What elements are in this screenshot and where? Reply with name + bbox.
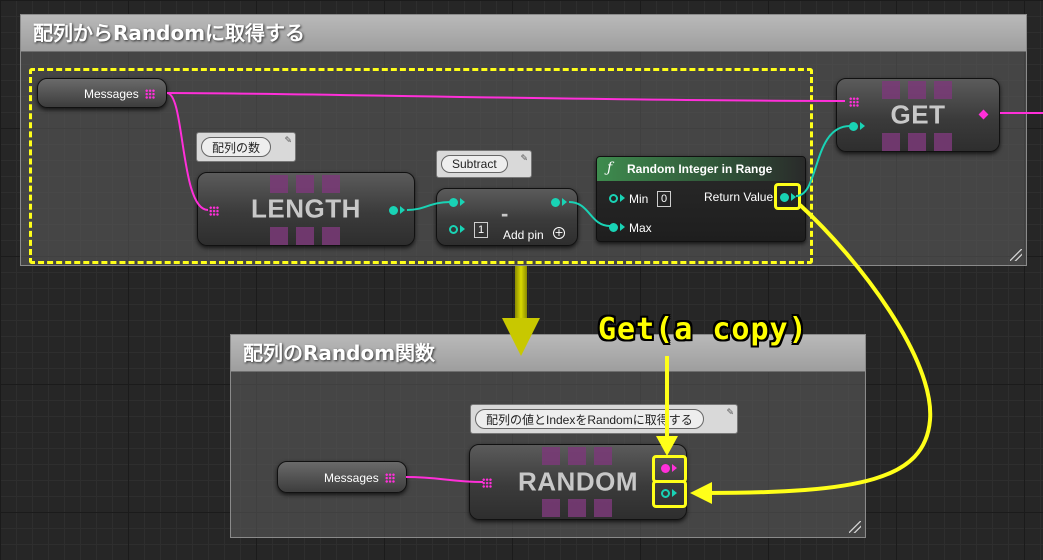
node-comment-text: 配列の値とIndexをRandomに取得する [475,409,704,429]
variable-label: Messages [324,471,379,485]
add-pin-label[interactable]: Add pin [503,228,544,242]
variable-label: Messages [84,87,139,101]
subtract-operator-label: - [501,201,509,226]
int-input-pin-icon[interactable] [609,223,618,232]
random-node-label: RANDOM [518,466,638,497]
pin-comment-icon[interactable]: ✎ [520,154,528,164]
get-node[interactable]: GET [836,78,1000,152]
function-node-header[interactable]: ƒ Random Integer in Range [597,157,805,181]
length-node[interactable]: LENGTH [197,172,415,246]
pin-comment-icon[interactable]: ✎ [726,408,734,418]
top-comment-title[interactable]: 配列からRandomに取得する [21,15,1026,52]
node-comment-text: 配列の数 [201,137,272,157]
return-value-highlight [774,183,801,210]
int-output-pin-icon[interactable] [551,198,560,207]
node-comment-bubble[interactable]: Subtract ✎ [436,150,532,178]
annotation-text: Get(a copy) [598,312,808,347]
pin-arrow-icon [620,223,625,231]
int-input-pin-icon[interactable] [449,225,458,234]
pin-arrow-icon [562,198,567,206]
function-icon: ƒ [607,160,613,176]
array-output-pin-icon[interactable] [145,89,155,99]
function-node-title: Random Integer in Range [627,162,773,176]
subtract-node[interactable]: 1 - Add pin + [436,188,578,246]
add-pin-icon[interactable]: + [553,227,565,239]
int-input-pin-icon[interactable] [449,198,458,207]
return-value-label: Return Value [704,190,774,204]
subtract-value-input[interactable]: 1 [474,222,488,238]
node-comment-bubble[interactable]: 配列の数 ✎ [196,132,296,162]
int-input-pin-icon[interactable] [609,194,618,203]
pin-arrow-icon [460,225,465,233]
length-node-label: LENGTH [251,193,361,224]
node-comment-bubble[interactable]: 配列の値とIndexをRandomに取得する ✎ [470,404,738,434]
pin-arrow-icon [620,194,625,202]
array-output-pin-icon[interactable] [385,473,395,483]
get-node-label: GET [890,99,946,130]
max-pin-label: Max [629,221,652,235]
messages-variable-node[interactable]: Messages [277,461,407,493]
messages-variable-node[interactable]: Messages [37,78,167,108]
pin-arrow-icon [460,198,465,206]
pin-comment-icon[interactable]: ✎ [284,136,292,146]
min-pin-label: Min [629,192,649,206]
down-arrow-icon [502,266,540,358]
min-value-input[interactable]: 0 [657,191,671,207]
resize-grip-icon[interactable] [849,521,861,533]
node-comment-text: Subtract [441,155,508,173]
resize-grip-icon[interactable] [1010,249,1022,261]
